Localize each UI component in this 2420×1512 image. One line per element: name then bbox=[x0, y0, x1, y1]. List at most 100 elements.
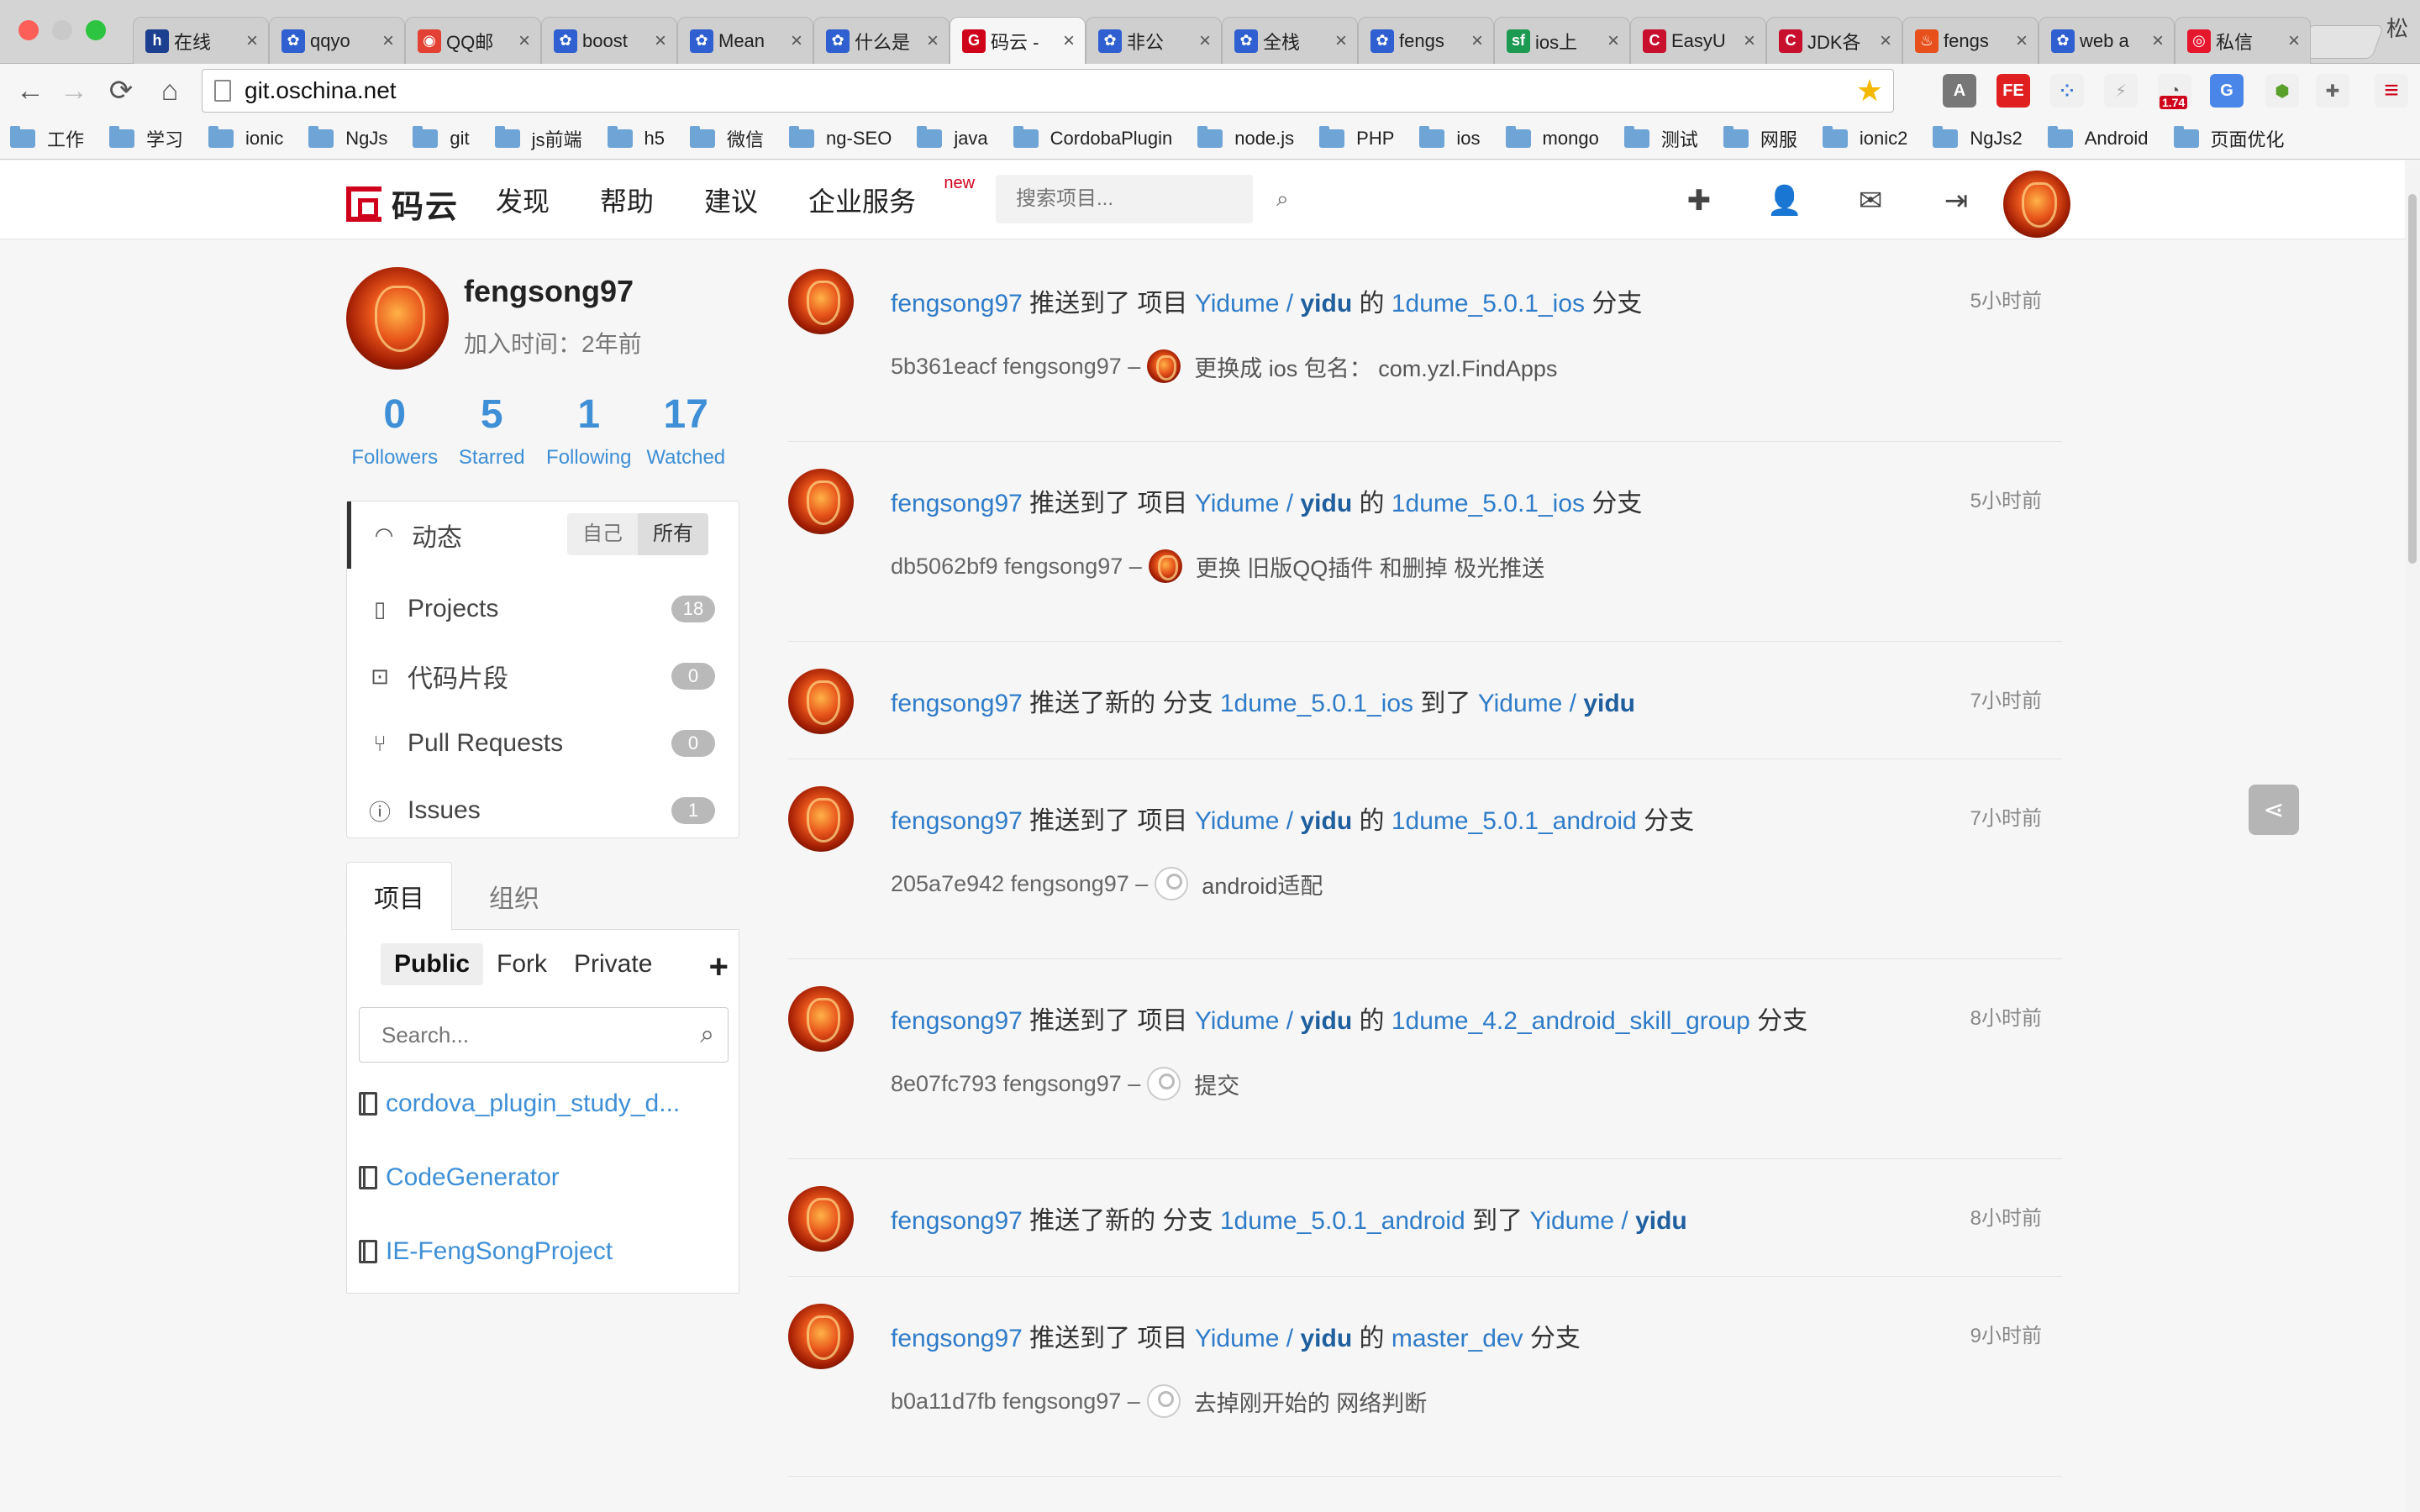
bookmark-folder[interactable]: mongo bbox=[1505, 125, 1599, 150]
menu-item[interactable]: ⊡ 代码片段 0 bbox=[347, 643, 739, 710]
search-icon[interactable]: ⌕ bbox=[1276, 186, 1289, 213]
stat-starred[interactable]: 5 Starred bbox=[444, 392, 541, 470]
event-repo-link[interactable]: Yidume / yidu bbox=[1478, 690, 1635, 717]
event-repo-link[interactable]: Yidume / yidu bbox=[1195, 290, 1352, 318]
scope-all-button[interactable]: 所有 bbox=[638, 513, 708, 555]
bookmark-folder[interactable]: 微信 bbox=[690, 125, 764, 152]
commit-author-avatar[interactable] bbox=[1147, 349, 1181, 383]
zoom-window-button[interactable] bbox=[86, 20, 106, 40]
mail-icon[interactable]: ✉ bbox=[1854, 184, 1887, 218]
event-user-link[interactable]: fengsong97 bbox=[891, 1007, 1023, 1035]
event-avatar[interactable] bbox=[788, 269, 854, 334]
browser-tab[interactable]: ♨ fengs × bbox=[1902, 17, 2039, 64]
bookmark-folder[interactable]: PHP bbox=[1319, 125, 1394, 150]
event-avatar[interactable] bbox=[788, 669, 854, 734]
extension-fe-icon[interactable]: FE bbox=[1996, 74, 2030, 108]
project-link[interactable]: cordova_plugin_study_d... bbox=[359, 1089, 680, 1118]
event-user-link[interactable]: fengsong97 bbox=[891, 490, 1023, 517]
event-avatar[interactable] bbox=[788, 986, 854, 1052]
commit-ref[interactable]: db5062bf9 fengsong97 – bbox=[891, 554, 1142, 580]
event-avatar[interactable] bbox=[788, 1186, 854, 1252]
bookmark-folder[interactable]: Android bbox=[2047, 125, 2149, 150]
menu-item-activity[interactable]: ◠ 动态 自己 所有 bbox=[347, 501, 739, 569]
bookmark-folder[interactable]: 工作 bbox=[10, 125, 84, 152]
close-tab-icon[interactable]: × bbox=[651, 29, 670, 53]
share-icon[interactable]: ⋖ bbox=[2249, 785, 2299, 835]
commit-author-avatar[interactable] bbox=[1147, 1067, 1181, 1100]
close-tab-icon[interactable]: × bbox=[1332, 29, 1350, 53]
filter-private[interactable]: Private bbox=[560, 943, 666, 985]
event-user-link[interactable]: fengsong97 bbox=[891, 807, 1023, 835]
close-tab-icon[interactable]: × bbox=[379, 29, 397, 53]
bookmark-folder[interactable]: 测试 bbox=[1623, 125, 1698, 152]
puzzle-icon[interactable]: ✚ bbox=[2316, 74, 2349, 108]
extension-bolt-icon[interactable]: ⚡ bbox=[2104, 74, 2138, 108]
event-branch-link[interactable]: 1dume_5.0.1_android bbox=[1392, 807, 1637, 835]
browser-tab[interactable]: ◉ QQ邮 × bbox=[405, 17, 541, 64]
bookmark-folder[interactable]: NgJs2 bbox=[1933, 125, 2023, 150]
stat-watched[interactable]: 17 Watched bbox=[638, 392, 735, 470]
stat-followers[interactable]: 0 Followers bbox=[346, 392, 444, 470]
event-avatar[interactable] bbox=[788, 469, 854, 534]
close-tab-icon[interactable]: × bbox=[1604, 29, 1623, 53]
translate-icon[interactable]: G bbox=[2210, 74, 2244, 108]
event-branch-link[interactable]: 1dume_4.2_android_skill_group bbox=[1392, 1007, 1750, 1035]
browser-tab[interactable]: G 码云 - × bbox=[950, 17, 1086, 64]
menu-item[interactable]: ⓘ Issues 1 bbox=[347, 777, 739, 844]
extension-a-icon[interactable]: A bbox=[1943, 74, 1976, 108]
browser-tab[interactable]: h 在线 × bbox=[133, 17, 269, 64]
close-tab-icon[interactable]: × bbox=[1060, 29, 1078, 53]
back-arrow-icon[interactable]: ← bbox=[12, 72, 49, 109]
menu-icon[interactable]: ≡ bbox=[2375, 74, 2408, 108]
bookmark-folder[interactable]: java bbox=[917, 125, 988, 150]
browser-tab[interactable]: ✿ web a × bbox=[2039, 17, 2175, 64]
commit-ref[interactable]: b0a11d7fb fengsong97 – bbox=[891, 1389, 1140, 1415]
bookmark-folder[interactable]: NgJs bbox=[308, 125, 387, 150]
filter-public[interactable]: Public bbox=[381, 943, 484, 985]
bookmark-folder[interactable]: 网服 bbox=[1723, 125, 1797, 152]
event-repo-link[interactable]: Yidume / yidu bbox=[1195, 490, 1352, 517]
nav-discover[interactable]: 发现 bbox=[496, 181, 550, 219]
browser-tab[interactable]: C JDK各 × bbox=[1766, 17, 1902, 64]
bookmark-folder[interactable]: git bbox=[413, 125, 470, 150]
browser-profile-label[interactable]: 松 bbox=[2386, 12, 2408, 43]
event-user-link[interactable]: fengsong97 bbox=[891, 1207, 1023, 1235]
close-tab-icon[interactable]: × bbox=[243, 29, 261, 53]
event-branch-link[interactable]: 1dume_5.0.1_ios bbox=[1392, 490, 1585, 517]
close-tab-icon[interactable]: × bbox=[515, 29, 534, 53]
page-scrollbar[interactable] bbox=[2405, 160, 2420, 1512]
project-search-input[interactable] bbox=[381, 1021, 701, 1048]
stat-following[interactable]: 1 Following bbox=[540, 392, 638, 470]
address-bar[interactable]: ★ bbox=[202, 69, 1894, 113]
browser-tab[interactable]: ✿ fengs × bbox=[1358, 17, 1494, 64]
event-user-link[interactable]: fengsong97 bbox=[891, 1325, 1023, 1352]
bookmark-star-icon[interactable]: ★ bbox=[1856, 73, 1883, 108]
event-user-link[interactable]: fengsong97 bbox=[891, 290, 1023, 318]
menu-item[interactable]: ⑂ Pull Requests 0 bbox=[347, 710, 739, 777]
filter-fork[interactable]: Fork bbox=[483, 943, 560, 985]
browser-tab[interactable]: ✿ 非公 × bbox=[1086, 17, 1222, 64]
commit-author-avatar[interactable] bbox=[1146, 1384, 1181, 1418]
user-icon[interactable]: 👤 bbox=[1767, 184, 1802, 218]
browser-tab[interactable]: ✿ 什么是 × bbox=[813, 17, 950, 64]
close-tab-icon[interactable]: × bbox=[2012, 29, 2031, 53]
browser-tab[interactable]: ✿ qqyo × bbox=[269, 17, 405, 64]
tab-projects[interactable]: 项目 bbox=[346, 862, 452, 931]
bookmark-folder[interactable]: h5 bbox=[607, 125, 665, 150]
event-user-link[interactable]: fengsong97 bbox=[891, 690, 1023, 717]
browser-tab[interactable]: ✿ Mean × bbox=[677, 17, 813, 64]
bookmark-folder[interactable]: ionic bbox=[208, 125, 283, 150]
nav-suggest[interactable]: 建议 bbox=[704, 181, 758, 219]
header-avatar[interactable] bbox=[2003, 171, 2070, 238]
event-repo-link[interactable]: Yidume / yidu bbox=[1195, 1007, 1352, 1035]
close-tab-icon[interactable]: × bbox=[2149, 29, 2167, 53]
close-tab-icon[interactable]: × bbox=[1740, 29, 1759, 53]
extension-dots-icon[interactable]: ⁘ bbox=[2050, 74, 2084, 108]
site-logo[interactable]: 码云 bbox=[346, 181, 459, 227]
add-project-plus-icon[interactable]: + bbox=[709, 948, 729, 986]
site-search-input[interactable] bbox=[1016, 187, 1276, 211]
commit-author-avatar[interactable] bbox=[1148, 549, 1182, 583]
scrollbar-thumb[interactable] bbox=[2408, 194, 2417, 564]
minimize-window-button[interactable] bbox=[52, 20, 72, 40]
bookmark-folder[interactable]: ionic2 bbox=[1822, 125, 1907, 150]
